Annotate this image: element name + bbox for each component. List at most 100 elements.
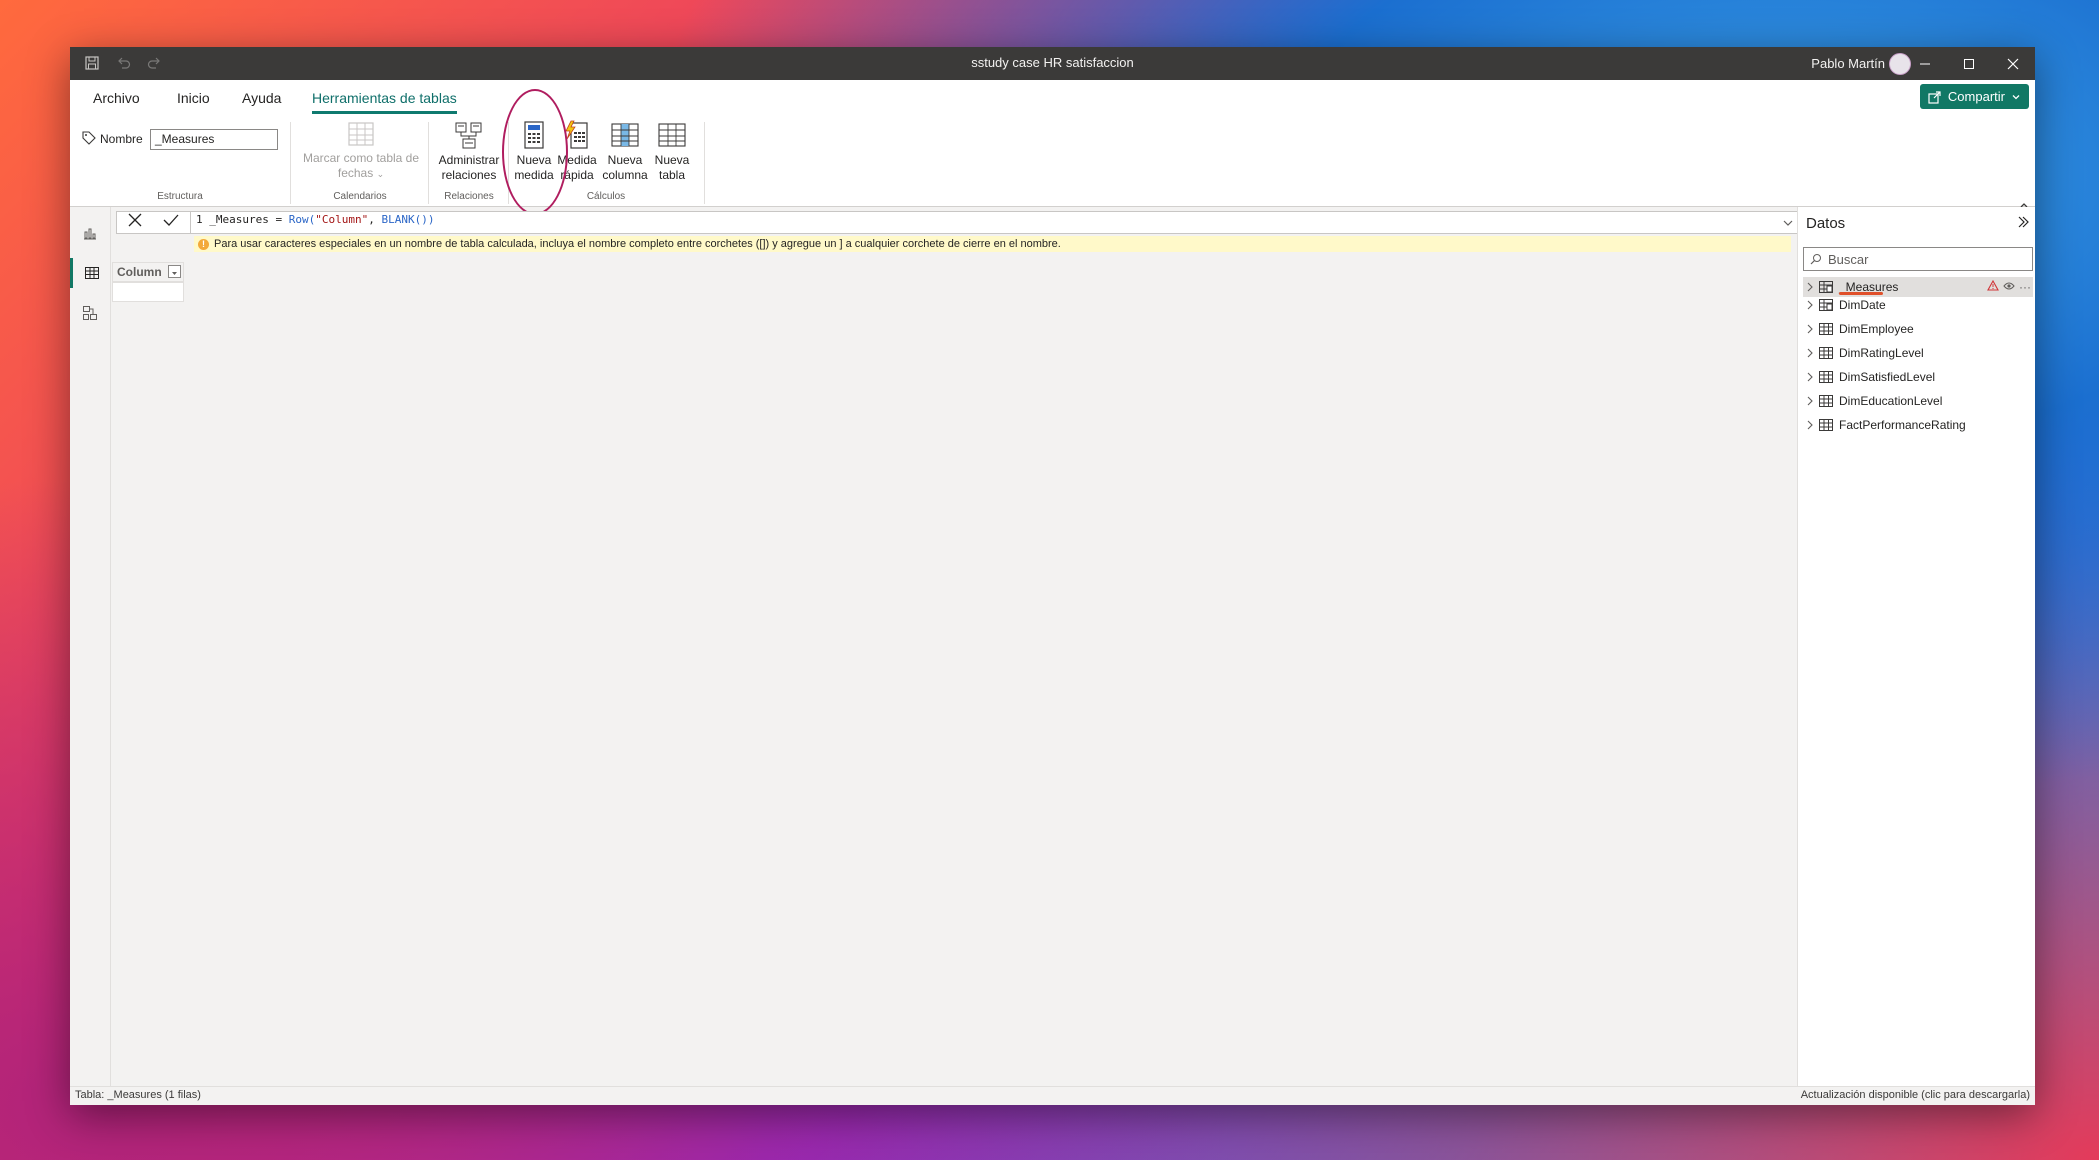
- chevron-down-icon: [2012, 94, 2020, 99]
- report-view-button[interactable]: [70, 218, 110, 248]
- table-name-input[interactable]: _Measures: [150, 129, 278, 150]
- chevron-right-icon[interactable]: [1803, 396, 1817, 406]
- chevron-right-icon[interactable]: [1803, 300, 1817, 310]
- name-label: Nombre: [100, 132, 143, 146]
- table-icon: [1819, 419, 1835, 431]
- new-column-button[interactable]: Nueva columna: [600, 120, 650, 183]
- warning-icon: !: [198, 238, 209, 250]
- group-label-estructura: Estructura: [157, 191, 203, 202]
- formula-string: "Column": [315, 213, 369, 226]
- chevron-right-icon[interactable]: [1803, 324, 1817, 334]
- new-column-label-2: columna: [602, 168, 648, 182]
- quick-measure-button[interactable]: Medida rápida: [556, 120, 598, 183]
- cancel-formula-button[interactable]: [127, 212, 143, 233]
- ribbon-separator: [704, 122, 705, 204]
- chevron-right-icon[interactable]: [1803, 348, 1817, 358]
- app-window: sstudy case HR satisfaccion Pablo Martín…: [70, 47, 2035, 1105]
- tree-item-dimemployee[interactable]: DimEmployee: [1803, 319, 2033, 339]
- checkmark-icon: [163, 214, 179, 226]
- group-label-relaciones: Relaciones: [444, 191, 494, 202]
- tab-herramientas-de-tablas[interactable]: Herramientas de tablas: [312, 90, 457, 114]
- manage-relationships-label-2: relaciones: [441, 168, 497, 182]
- close-button[interactable]: [1991, 47, 2035, 80]
- collapse-pane-icon[interactable]: [2016, 215, 2030, 234]
- tree-item-factperformancerating[interactable]: FactPerformanceRating: [1803, 415, 2033, 435]
- formula-buttons: [116, 211, 191, 234]
- calculator-icon: [524, 121, 544, 149]
- update-available-link[interactable]: Actualización disponible (clic para desc…: [1801, 1089, 2030, 1101]
- search-placeholder: Buscar: [1828, 251, 1869, 267]
- search-input[interactable]: Buscar: [1803, 247, 2033, 271]
- tree-item-label: DimRatingLevel: [1839, 346, 1924, 360]
- eye-icon[interactable]: [2003, 280, 2015, 294]
- model-view-button[interactable]: [70, 298, 110, 328]
- chevron-down-icon: [172, 272, 177, 275]
- relationships-icon: [455, 122, 482, 149]
- calendar-table-icon: [348, 122, 374, 146]
- table-icon: [1819, 347, 1835, 359]
- tab-inicio[interactable]: Inicio: [177, 90, 210, 106]
- group-label-calendarios: Calendarios: [333, 191, 387, 202]
- tree-item-dimeducationlevel[interactable]: DimEducationLevel: [1803, 391, 2033, 411]
- calculated-table-icon: [1819, 281, 1835, 293]
- new-measure-button[interactable]: Nueva medida: [514, 120, 554, 183]
- table-icon: [1819, 395, 1835, 407]
- tree-item-label: DimSatisfiedLevel: [1839, 370, 1936, 384]
- table-icon: [1819, 371, 1835, 383]
- chevron-right-icon[interactable]: [1803, 282, 1817, 292]
- chevron-right-icon[interactable]: [1803, 372, 1817, 382]
- formula-function-row: Row(: [288, 213, 316, 226]
- new-table-button[interactable]: Nueva tabla: [652, 120, 692, 183]
- quick-measure-label-1: Medida: [557, 153, 597, 167]
- mark-date-table-label-2: fechas: [337, 166, 374, 180]
- tree-item-dimsatisfiedlevel[interactable]: DimSatisfiedLevel: [1803, 367, 2033, 387]
- chevron-right-icon[interactable]: [1803, 420, 1817, 430]
- maximize-button[interactable]: [1947, 47, 1991, 80]
- formula-prefix: _Measures =: [209, 213, 289, 226]
- group-label-calculos: Cálculos: [586, 191, 626, 202]
- new-measure-label-1: Nueva: [516, 153, 552, 167]
- column-filter-button[interactable]: [168, 265, 181, 278]
- table-view-button[interactable]: [70, 258, 110, 288]
- formula-text[interactable]: 1 _Measures = Row("Column", BLANK()): [196, 213, 434, 226]
- tab-archivo[interactable]: Archivo: [93, 90, 140, 106]
- report-view-icon: [84, 228, 96, 240]
- close-icon: [128, 213, 142, 227]
- ribbon-separator: [508, 122, 509, 204]
- ribbon: Nombre _Measures Estructura Marcar como …: [70, 116, 2035, 208]
- warning-text: Para usar caracteres especiales en un no…: [214, 238, 1061, 250]
- tree-item-label: FactPerformanceRating: [1839, 418, 1966, 432]
- quick-measure-label-2: rápida: [560, 168, 594, 182]
- ribbon-separator: [290, 122, 291, 204]
- title-bar: sstudy case HR satisfaccion Pablo Martín: [70, 47, 2035, 80]
- line-number: 1: [196, 213, 203, 226]
- tree-item-measures[interactable]: _Measures ···: [1803, 277, 2033, 297]
- manage-relationships-button[interactable]: Administrar relaciones: [435, 120, 503, 183]
- maximize-icon: [1964, 58, 1974, 69]
- commit-formula-button[interactable]: [162, 212, 180, 233]
- status-table-info: Tabla: _Measures (1 filas): [75, 1089, 201, 1101]
- data-pane: Datos Buscar _Measures ··· DimDate DimEm…: [1797, 207, 2035, 1087]
- table-icon: [1819, 323, 1835, 335]
- search-icon: [1810, 254, 1821, 265]
- new-column-label-1: Nueva: [607, 153, 643, 167]
- table-cell[interactable]: [112, 282, 184, 302]
- status-bar: Tabla: _Measures (1 filas) Actualización…: [70, 1086, 2035, 1105]
- ribbon-tabs: Archivo Inicio Ayuda Herramientas de tab…: [70, 80, 2035, 116]
- formula-separator: ,: [368, 213, 382, 226]
- tag-icon: [82, 131, 96, 150]
- tab-ayuda[interactable]: Ayuda: [242, 90, 281, 106]
- data-pane-title: Datos: [1806, 215, 1846, 232]
- tree-item-dimratinglevel[interactable]: DimRatingLevel: [1803, 343, 2033, 363]
- tree-item-dimdate[interactable]: DimDate: [1803, 295, 2033, 315]
- new-table-icon: [658, 123, 686, 147]
- more-options-icon[interactable]: ···: [2019, 281, 2031, 293]
- minimize-button[interactable]: [1903, 47, 1947, 80]
- user-name[interactable]: Pablo Martín: [1811, 56, 1885, 71]
- warning-triangle-icon: [1987, 279, 1999, 294]
- chevron-down-icon: ⌄: [376, 169, 385, 179]
- new-measure-label-2: medida: [514, 168, 554, 182]
- share-button[interactable]: Compartir: [1919, 84, 2029, 109]
- mark-date-table-button[interactable]: Marcar como tabla de fechas ⌄: [296, 120, 426, 182]
- tree-item-label: DimEducationLevel: [1839, 394, 1943, 408]
